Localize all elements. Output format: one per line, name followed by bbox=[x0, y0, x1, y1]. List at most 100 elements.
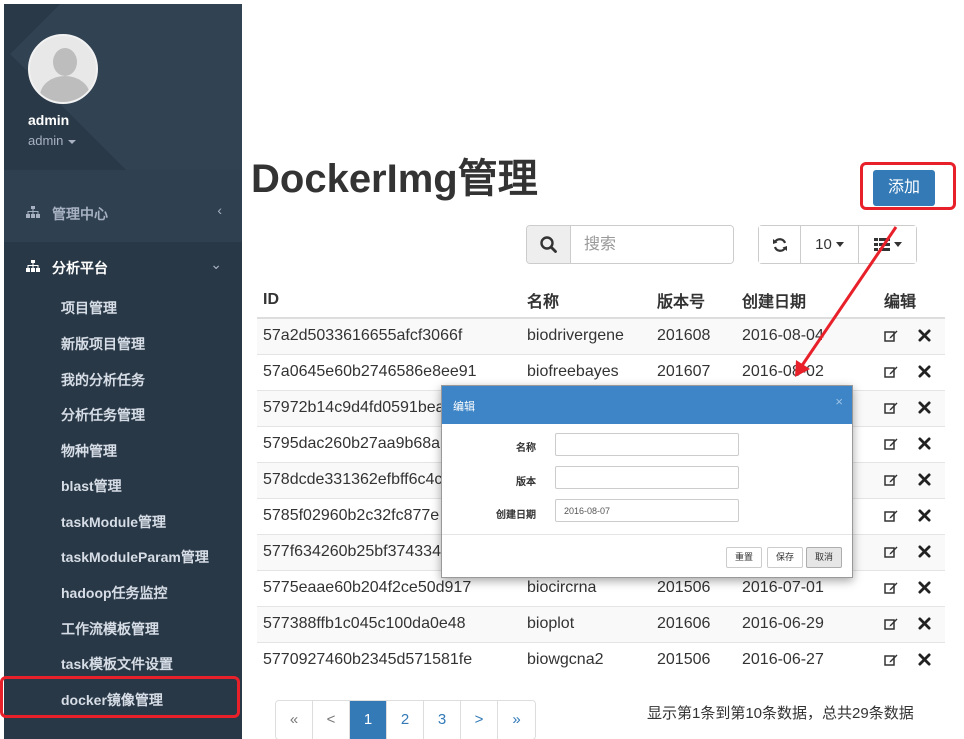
user-role-label: admin bbox=[28, 133, 64, 148]
page-last-button[interactable]: » bbox=[498, 701, 535, 739]
page-button-3[interactable]: 3 bbox=[424, 701, 461, 739]
delete-icon[interactable] bbox=[918, 401, 932, 415]
edit-icon[interactable] bbox=[884, 581, 898, 595]
user-role-dropdown[interactable]: admin bbox=[28, 133, 77, 148]
profile-header: admin admin bbox=[4, 4, 242, 170]
caret-down-icon bbox=[835, 242, 844, 247]
cell-actions bbox=[878, 497, 945, 534]
modal-header: 编辑 × bbox=[442, 386, 852, 424]
user-name: admin bbox=[28, 112, 70, 128]
name-field-label: 名称 bbox=[516, 443, 536, 454]
sidebar-item-task-template-file-settings[interactable]: task模板文件设置 bbox=[61, 654, 173, 674]
sidebar-item-species-management[interactable]: 物种管理 bbox=[61, 441, 117, 461]
caret-down-icon bbox=[893, 242, 902, 247]
refresh-button[interactable] bbox=[759, 226, 801, 263]
column-header-id[interactable]: ID bbox=[257, 282, 521, 319]
cell-actions bbox=[878, 461, 945, 498]
page-size-dropdown[interactable]: 10 bbox=[801, 226, 859, 263]
reset-button[interactable]: 重置 bbox=[726, 547, 762, 568]
delete-icon[interactable] bbox=[918, 545, 932, 559]
edit-icon[interactable] bbox=[884, 473, 898, 487]
page-first-button[interactable]: « bbox=[276, 701, 313, 739]
delete-icon[interactable] bbox=[918, 329, 932, 343]
edit-icon[interactable] bbox=[884, 617, 898, 631]
page-title: DockerImg管理 bbox=[251, 157, 538, 201]
cell-name: biowgcna2 bbox=[521, 641, 651, 678]
cell-version: 201608 bbox=[651, 317, 736, 354]
cell-name: biodrivergene bbox=[521, 317, 651, 354]
delete-icon[interactable] bbox=[918, 617, 932, 631]
edit-modal: 编辑 × 名称 版本 创建日期 重置 保存 取消 bbox=[441, 385, 853, 578]
table-row[interactable]: 57a2d5033616655afcf3066f biodrivergene 201… bbox=[257, 317, 945, 354]
cell-id: 577388ffb1c045c100da0e48 bbox=[257, 605, 521, 642]
version-field[interactable] bbox=[555, 466, 739, 489]
refresh-icon bbox=[772, 237, 787, 252]
cell-id: 5770927460b2345d571581fe bbox=[257, 641, 521, 678]
sitemap-icon bbox=[26, 206, 40, 218]
table-header-row: ID 名称 版本号 创建日期 编辑 bbox=[257, 282, 945, 319]
delete-icon[interactable] bbox=[918, 653, 932, 667]
save-button[interactable]: 保存 bbox=[767, 547, 803, 568]
edit-icon[interactable] bbox=[884, 653, 898, 667]
page-button-1[interactable]: 1 bbox=[350, 701, 387, 739]
table-row[interactable]: 577388ffb1c045c100da0e48 bioplot 201606 201… bbox=[257, 605, 945, 642]
date-field-label: 创建日期 bbox=[496, 510, 536, 521]
edit-icon[interactable] bbox=[884, 437, 898, 451]
pagination: « < 1 2 3 > » bbox=[275, 700, 536, 739]
sidebar: admin admin 管理中心 ‹ 分析平台 ⌄ 项目管理 新版项目管理 我的… bbox=[4, 4, 242, 739]
date-field[interactable] bbox=[555, 499, 739, 522]
columns-toggle-button[interactable] bbox=[859, 226, 916, 263]
sidebar-item-hadoop-task-monitor[interactable]: hadoop任务监控 bbox=[61, 583, 168, 603]
sidebar-item-project-management[interactable]: 项目管理 bbox=[61, 298, 117, 318]
edit-icon[interactable] bbox=[884, 365, 898, 379]
nav-group-analysis-platform[interactable]: 分析平台 ⌄ bbox=[4, 242, 242, 292]
page-next-button[interactable]: > bbox=[461, 701, 498, 739]
edit-icon[interactable] bbox=[884, 509, 898, 523]
page-button-2[interactable]: 2 bbox=[387, 701, 424, 739]
cell-date: 2016-06-27 bbox=[736, 641, 878, 678]
sidebar-item-workflow-template-management[interactable]: 工作流模板管理 bbox=[61, 619, 159, 639]
search-input[interactable] bbox=[572, 226, 733, 263]
column-header-date[interactable]: 创建日期 bbox=[736, 282, 878, 319]
cancel-button[interactable]: 取消 bbox=[806, 547, 842, 568]
highlight-box bbox=[0, 676, 240, 718]
modal-title: 编辑 bbox=[453, 401, 475, 413]
nav-group-management-center[interactable]: 管理中心 ‹ bbox=[4, 188, 242, 238]
table-toolbar: 10 bbox=[758, 225, 917, 264]
delete-icon[interactable] bbox=[918, 437, 932, 451]
cell-actions bbox=[878, 641, 945, 678]
close-icon[interactable]: × bbox=[835, 394, 843, 409]
edit-icon[interactable] bbox=[884, 401, 898, 415]
column-header-name[interactable]: 名称 bbox=[521, 282, 651, 319]
sidebar-item-new-project-management[interactable]: 新版项目管理 bbox=[61, 334, 145, 354]
sidebar-item-taskmoduleparam-management[interactable]: taskModuleParam管理 bbox=[61, 547, 209, 567]
user-avatar-icon[interactable] bbox=[28, 34, 98, 104]
delete-icon[interactable] bbox=[918, 509, 932, 523]
search-group bbox=[526, 225, 734, 264]
list-columns-icon bbox=[873, 238, 890, 251]
page-prev-button[interactable]: < bbox=[313, 701, 350, 739]
edit-icon[interactable] bbox=[884, 545, 898, 559]
caret-down-icon bbox=[68, 139, 77, 144]
delete-icon[interactable] bbox=[918, 365, 932, 379]
sidebar-item-taskmodule-management[interactable]: taskModule管理 bbox=[61, 512, 166, 532]
sidebar-item-analysis-task-management[interactable]: 分析任务管理 bbox=[61, 405, 145, 425]
search-icon[interactable] bbox=[527, 226, 571, 263]
cell-name: bioplot bbox=[521, 605, 651, 642]
modal-footer: 重置 保存 取消 bbox=[442, 534, 852, 577]
table-row[interactable]: 5770927460b2345d571581fe biowgcna2 201506 2… bbox=[257, 641, 945, 678]
name-field[interactable] bbox=[555, 433, 739, 456]
cell-version: 201606 bbox=[651, 605, 736, 642]
sidebar-item-blast-management[interactable]: blast管理 bbox=[61, 476, 122, 496]
edit-icon[interactable] bbox=[884, 329, 898, 343]
cell-date: 2016-08-04 bbox=[736, 317, 878, 354]
delete-icon[interactable] bbox=[918, 581, 932, 595]
delete-icon[interactable] bbox=[918, 473, 932, 487]
cell-actions bbox=[878, 569, 945, 606]
chevron-left-icon: ‹ bbox=[217, 202, 222, 218]
sitemap-icon bbox=[26, 260, 40, 272]
column-header-version[interactable]: 版本号 bbox=[651, 282, 736, 319]
sidebar-item-my-analysis-tasks[interactable]: 我的分析任务 bbox=[61, 370, 145, 390]
cell-actions bbox=[878, 389, 945, 426]
cell-actions bbox=[878, 353, 945, 390]
